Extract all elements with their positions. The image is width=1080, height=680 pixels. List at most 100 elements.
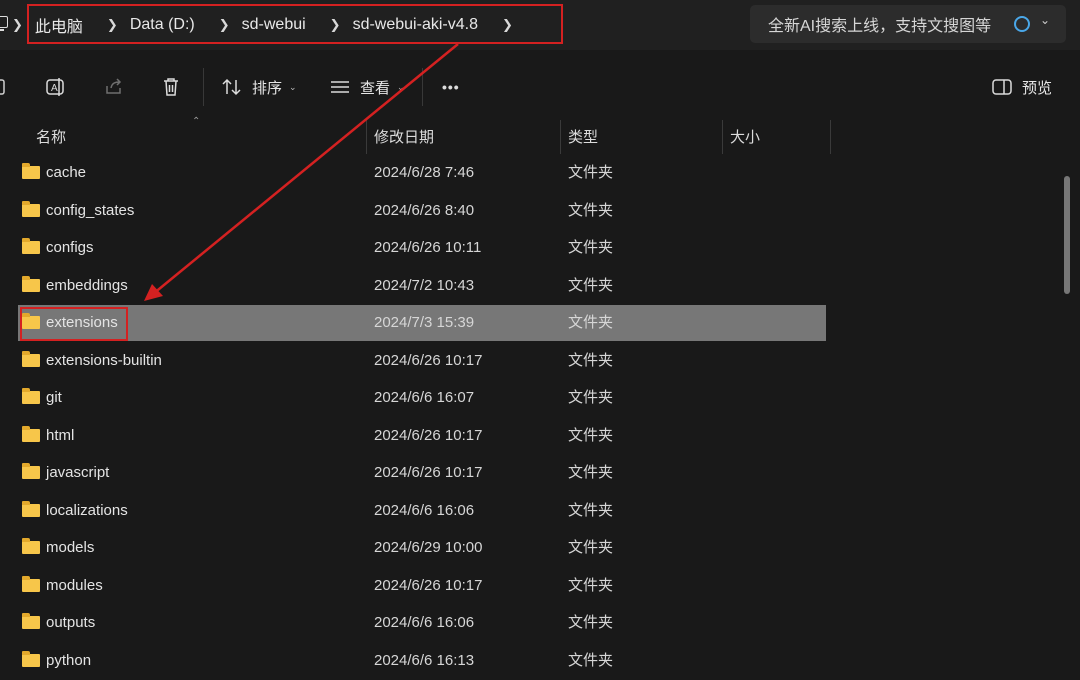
share-icon <box>106 78 122 94</box>
sort-icon <box>222 78 241 96</box>
file-type: 文件夹 <box>568 651 614 669</box>
breadcrumb-item-sd-webui[interactable]: sd-webui <box>242 16 320 34</box>
column-header-type[interactable]: 类型 <box>568 120 598 154</box>
file-type: 文件夹 <box>568 389 614 406</box>
breadcrumb-item-sd-webui-aki[interactable]: sd-webui-aki-v4.8 <box>353 16 492 34</box>
file-date: 2024/6/26 8:40 <box>374 201 475 219</box>
file-row[interactable]: models 2024/6/29 10:00 文件夹 <box>18 530 826 566</box>
chevron-right-icon[interactable]: ❯ <box>209 17 242 33</box>
folder-icon <box>22 388 40 404</box>
folder-icon <box>22 575 40 592</box>
column-header-date[interactable]: 修改日期 <box>374 120 434 154</box>
chevron-right-icon[interactable]: ❯ <box>492 17 525 33</box>
file-type: 文件夹 <box>568 164 614 181</box>
folder-icon <box>22 163 40 179</box>
column-divider[interactable] <box>830 120 831 154</box>
file-row[interactable]: html 2024/6/26 10:17 文件夹 <box>18 418 826 454</box>
chevron-right-icon[interactable]: ❯ <box>97 17 130 33</box>
file-type: 文件夹 <box>568 276 614 294</box>
folder-icon <box>22 200 40 217</box>
search-input[interactable]: 全新AI搜索上线，支持文搜图等 ⌄ <box>750 5 1066 43</box>
share-button[interactable] <box>104 72 124 102</box>
file-date: 2024/6/26 10:17 <box>374 576 483 594</box>
file-row[interactable]: configs 2024/6/26 10:11 文件夹 <box>18 230 826 266</box>
chevron-right-icon[interactable]: ❯ <box>320 17 353 33</box>
column-header: ⌃ 名称 修改日期 类型 大小 <box>0 116 1080 156</box>
file-type: 文件夹 <box>568 539 614 556</box>
file-row[interactable]: javascript 2024/6/26 10:17 文件夹 <box>18 455 826 491</box>
file-type: 文件夹 <box>568 576 614 594</box>
file-row[interactable]: cache 2024/6/28 7:46 文件夹 <box>18 155 826 191</box>
file-date: 2024/6/6 16:06 <box>374 501 475 519</box>
column-header-size[interactable]: 大小 <box>730 120 760 154</box>
copy-button[interactable] <box>0 72 6 102</box>
trash-icon <box>164 78 178 96</box>
file-date: 2024/7/2 10:43 <box>374 276 475 294</box>
file-type: 文件夹 <box>568 314 614 331</box>
file-row[interactable]: git 2024/6/6 16:07 文件夹 <box>18 380 826 416</box>
file-name: config_states <box>46 201 135 219</box>
file-name: git <box>46 389 62 406</box>
column-header-name[interactable]: 名称 <box>36 120 66 154</box>
file-date: 2024/6/6 16:13 <box>374 651 475 669</box>
view-label: 查看 <box>360 79 391 97</box>
column-divider[interactable] <box>366 120 367 154</box>
file-type: 文件夹 <box>568 614 614 631</box>
file-row[interactable]: embeddings 2024/7/2 10:43 文件夹 <box>18 268 826 304</box>
chevron-down-icon: ⌄ <box>397 81 405 92</box>
rename-icon: A <box>46 78 64 96</box>
file-name: outputs <box>46 614 96 631</box>
file-name: python <box>46 651 92 669</box>
file-date: 2024/6/6 16:06 <box>374 614 475 631</box>
view-button[interactable]: 查看 ⌄ <box>330 72 405 102</box>
chevron-right-icon[interactable]: ❯ <box>2 17 35 33</box>
preview-pane-icon <box>992 79 1012 95</box>
sort-ascending-icon: ⌃ <box>192 116 201 127</box>
sort-label: 排序 <box>252 79 283 97</box>
file-date: 2024/6/26 10:11 <box>374 239 482 256</box>
toolbar-divider <box>422 68 423 106</box>
folder-icon <box>22 313 40 329</box>
file-row[interactable]: modules 2024/6/26 10:17 文件夹 <box>18 568 826 604</box>
file-row[interactable]: extensions-builtin 2024/6/26 10:17 文件夹 <box>18 343 826 379</box>
folder-icon <box>22 238 40 254</box>
file-name: javascript <box>46 464 110 481</box>
file-type: 文件夹 <box>568 426 614 444</box>
folder-icon <box>22 538 40 554</box>
rename-button[interactable]: A <box>46 72 68 102</box>
more-icon: ••• <box>442 79 460 95</box>
file-type: 文件夹 <box>568 201 614 219</box>
delete-button[interactable] <box>162 72 180 102</box>
file-type: 文件夹 <box>568 464 614 481</box>
preview-pane-button[interactable]: 预览 <box>992 72 1052 102</box>
column-divider[interactable] <box>560 120 561 154</box>
column-divider[interactable] <box>722 120 723 154</box>
vertical-scrollbar-thumb[interactable] <box>1064 176 1070 294</box>
file-name: html <box>46 426 75 444</box>
copy-icon <box>0 79 5 95</box>
breadcrumb-item-data-drive[interactable]: Data (D:) <box>130 16 209 34</box>
address-bar-area: ❯ 此电脑 ❯ Data (D:) ❯ sd-webui ❯ sd-webui-… <box>0 0 1080 50</box>
file-type: 文件夹 <box>568 239 614 256</box>
file-name: models <box>46 539 95 556</box>
file-date: 2024/6/26 10:17 <box>374 426 483 444</box>
file-name: localizations <box>46 501 128 519</box>
command-toolbar: A 排序 ⌄ 查看 ⌄ ••• 预览 <box>0 58 1080 116</box>
folder-icon <box>22 613 40 629</box>
sort-button[interactable]: 排序 ⌄ <box>222 72 297 102</box>
breadcrumb-item-this-pc[interactable]: 此电脑 <box>35 13 97 37</box>
breadcrumb: ❯ 此电脑 ❯ Data (D:) ❯ sd-webui ❯ sd-webui-… <box>2 5 525 45</box>
file-row[interactable]: python 2024/6/6 16:13 文件夹 <box>18 643 826 679</box>
folder-icon <box>22 350 40 367</box>
file-row[interactable]: localizations 2024/6/6 16:06 文件夹 <box>18 493 826 529</box>
file-row[interactable]: outputs 2024/6/6 16:06 文件夹 <box>18 605 826 641</box>
folder-icon <box>22 425 40 442</box>
folder-icon <box>22 275 40 292</box>
file-date: 2024/7/3 15:39 <box>374 314 475 331</box>
more-options-button[interactable]: ••• <box>442 72 460 102</box>
folder-icon <box>22 500 40 517</box>
file-row-selected[interactable]: extensions 2024/7/3 15:39 文件夹 <box>18 305 826 341</box>
file-row[interactable]: config_states 2024/6/26 8:40 文件夹 <box>18 193 826 229</box>
view-icon <box>331 81 349 93</box>
chevron-down-icon[interactable]: ⌄ <box>1040 13 1050 27</box>
